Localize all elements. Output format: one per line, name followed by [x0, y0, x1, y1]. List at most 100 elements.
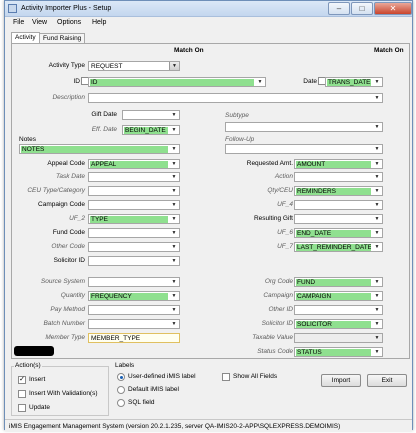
update-checkbox[interactable]: [18, 404, 26, 412]
show-all-fields-checkbox[interactable]: [222, 373, 230, 381]
source-system-select[interactable]: ▼: [88, 277, 180, 287]
follow-up-label: Follow-Up: [225, 136, 255, 143]
notes-value: NOTES: [21, 146, 168, 153]
appeal-code-label: Appeal Code: [47, 160, 85, 167]
source-system-value: [90, 279, 168, 286]
qty-ceu-select[interactable]: REMINDERS ▼: [294, 186, 383, 196]
chevron-down-icon: ▼: [171, 127, 177, 133]
status-bar: iMIS Engagement Management System (versi…: [5, 419, 412, 431]
source-system-label: Source System: [40, 278, 85, 285]
uf-7-label: UF_7: [277, 243, 293, 250]
org-code-select[interactable]: FUND ▼: [294, 277, 383, 287]
eff-date-select[interactable]: BEGIN_DATE ▼: [122, 125, 180, 135]
solicitor-id-select[interactable]: ▼: [88, 256, 180, 266]
exit-button[interactable]: Exit: [367, 374, 407, 387]
chevron-down-icon: ▼: [374, 174, 380, 180]
menu-view[interactable]: View: [32, 19, 47, 26]
solicitor-id-2-label: Solicitor ID: [261, 320, 293, 327]
description-label: Description: [52, 94, 85, 101]
follow-up-select[interactable]: ▼: [225, 144, 383, 154]
insert-checkbox[interactable]: ✓: [18, 376, 26, 384]
activity-type-label: Activity Type: [48, 62, 85, 69]
ceu-type-select[interactable]: ▼: [88, 186, 180, 196]
chevron-down-icon: ▼: [374, 202, 380, 208]
menu-file[interactable]: File: [13, 19, 24, 26]
other-id-label: Other ID: [268, 306, 293, 313]
solicitor-id-2-value: SOLICITOR: [296, 321, 371, 328]
chevron-down-icon: ▼: [257, 79, 263, 85]
member-type-input[interactable]: MEMBER_TYPE: [88, 333, 180, 343]
other-id-select[interactable]: ▼: [294, 305, 383, 315]
chevron-down-icon: ▼: [374, 188, 380, 194]
qty-ceu-value: REMINDERS: [296, 188, 371, 195]
gift-date-label: Gift Date: [91, 111, 117, 118]
uf-4-select[interactable]: ▼: [294, 200, 383, 210]
pay-method-select[interactable]: ▼: [88, 305, 180, 315]
date-select[interactable]: TRANS_DATE ▼: [325, 77, 383, 87]
chevron-down-icon: ▼: [171, 146, 177, 152]
default-label-radio[interactable]: [117, 386, 125, 394]
taxable-value-select[interactable]: ▼: [294, 333, 383, 343]
status-code-value: STATUS: [296, 349, 371, 356]
close-button[interactable]: ✕: [374, 2, 412, 15]
eff-date-label: Eff. Date: [91, 126, 117, 133]
chevron-down-icon: ▼: [171, 244, 177, 250]
chevron-down-icon: ▼: [374, 79, 380, 85]
maximize-button[interactable]: □: [351, 2, 373, 15]
chevron-down-icon: ▼: [171, 230, 177, 236]
campaign-select[interactable]: CAMPAIGN ▼: [294, 291, 383, 301]
tab-fund-raising[interactable]: Fund Raising: [39, 33, 86, 43]
app-icon: [8, 4, 17, 13]
other-id-value: [296, 307, 371, 314]
menu-options[interactable]: Options: [57, 19, 81, 26]
uf-7-select[interactable]: LAST_REMINDER_DATE ▼: [294, 242, 383, 252]
chevron-down-icon: ▼: [171, 188, 177, 194]
sql-field-radio[interactable]: [117, 399, 125, 407]
setup-window: Activity Importer Plus - Setup – □ ✕ Fil…: [4, 0, 413, 431]
action-select[interactable]: ▼: [294, 172, 383, 182]
quantity-select[interactable]: FREQUENCY ▼: [88, 291, 180, 301]
qty-ceu-label: Qty/CEU: [267, 187, 293, 194]
pay-method-value: [90, 307, 168, 314]
user-defined-label-radio[interactable]: [117, 373, 125, 381]
campaign-code-select[interactable]: ▼: [88, 200, 180, 210]
gift-date-select[interactable]: ▼: [122, 110, 180, 120]
action-value: [296, 174, 371, 181]
uf-6-label: UF_6: [277, 229, 293, 236]
uf-6-select[interactable]: END_DATE ▼: [294, 228, 383, 238]
left-match-on-header: Match On: [174, 47, 204, 54]
batch-number-label: Batch Number: [43, 320, 85, 327]
id-select[interactable]: ID ▼: [88, 77, 266, 87]
other-code-select[interactable]: ▼: [88, 242, 180, 252]
id-label: ID: [73, 78, 81, 85]
import-button[interactable]: Import: [321, 374, 361, 387]
appeal-code-select[interactable]: APPEAL ▼: [88, 159, 180, 169]
tab-activity[interactable]: Activity: [11, 32, 40, 43]
task-date-select[interactable]: ▼: [88, 172, 180, 182]
chevron-down-icon: ▼: [171, 174, 177, 180]
batch-number-select[interactable]: ▼: [88, 319, 180, 329]
insert-with-validation-checkbox[interactable]: [18, 390, 26, 398]
status-bar-text: iMIS Engagement Management System (versi…: [9, 423, 341, 430]
uf-2-value: TYPE: [90, 216, 168, 223]
campaign-code-value: [90, 202, 168, 209]
status-code-select[interactable]: STATUS ▼: [294, 347, 383, 357]
uf-2-select[interactable]: TYPE ▼: [88, 214, 180, 224]
activity-type-select[interactable]: REQUEST ▼: [88, 61, 180, 71]
sql-field-text: SQL field: [128, 399, 155, 406]
org-code-value: FUND: [296, 279, 371, 286]
date-value: TRANS_DATE: [327, 79, 371, 86]
description-select[interactable]: ▼: [88, 93, 383, 103]
solicitor-id-2-select[interactable]: SOLICITOR ▼: [294, 319, 383, 329]
requested-amt-select[interactable]: AMOUNT ▼: [294, 159, 383, 169]
minimize-button[interactable]: –: [328, 2, 350, 15]
uf-7-value: LAST_REMINDER_DATE: [296, 244, 371, 251]
notes-select[interactable]: NOTES ▼: [19, 144, 180, 154]
chevron-down-icon: ▼: [171, 161, 177, 167]
menu-help[interactable]: Help: [92, 19, 106, 26]
chevron-down-icon: ▼: [374, 307, 380, 313]
resulting-gift-select[interactable]: ▼: [294, 214, 383, 224]
fund-code-select[interactable]: ▼: [88, 228, 180, 238]
quantity-value: FREQUENCY: [90, 293, 168, 300]
subtype-select[interactable]: ▼: [225, 122, 383, 132]
